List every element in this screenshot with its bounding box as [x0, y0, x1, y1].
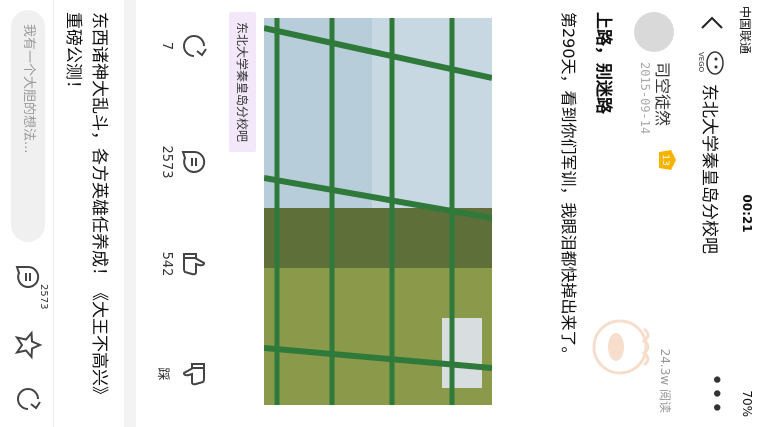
like-button[interactable]: 542	[159, 224, 208, 304]
star-icon[interactable]	[13, 330, 43, 360]
level-number: 13	[660, 154, 670, 165]
phone-screen: 中国联通 00:21 70% VEGO 东北大学秦皇岛分校吧 ••• 司空徒然 …	[0, 0, 760, 427]
comment-count: 2573	[159, 145, 174, 179]
forum-tag[interactable]: 东北大学秦皇岛分校吧	[229, 12, 256, 153]
forum-title[interactable]: 东北大学秦皇岛分校吧	[699, 84, 724, 254]
avatar[interactable]	[634, 12, 674, 52]
post-date: 2015-09-14	[638, 62, 652, 135]
bottom-bar: 我有一个大胆的想法... 2573	[0, 0, 54, 427]
post-body: 第290天，看到你们军训，我眼泪都快掉出来了。	[559, 12, 578, 363]
top-bar: VEGO 东北大学秦皇岛分校吧 •••	[690, 0, 734, 427]
section-divider	[124, 0, 136, 427]
action-row: 7 2573 542 踩	[138, 0, 208, 427]
author-row: 司空徒然 13 2015-09-14 24.3w 阅读	[592, 0, 680, 427]
next-post-title[interactable]: 东西诸神大乱斗，各方英雄任养成！《大王不高兴》重磅公测！	[60, 12, 112, 417]
thumbs-down-icon	[182, 363, 205, 386]
clock: 00:21	[740, 194, 754, 233]
share-icon	[183, 35, 207, 57]
author-name[interactable]: 司空徒然	[652, 62, 676, 126]
comment-badge: 2573	[38, 284, 49, 310]
post-photo[interactable]	[264, 18, 492, 405]
tieba-logo-icon: VEGO	[698, 51, 724, 75]
back-arrow-icon[interactable]	[698, 10, 726, 38]
svg-text:VEGO: VEGO	[698, 52, 705, 73]
watermark-stamp-icon	[592, 319, 650, 375]
like-count: 542	[159, 251, 174, 277]
dislike-button[interactable]: 踩	[155, 334, 208, 414]
reply-input[interactable]: 我有一个大胆的想法...	[11, 10, 45, 242]
comment-icon	[181, 150, 206, 173]
share-button[interactable]: 7	[159, 6, 208, 86]
dislike-label: 踩	[155, 367, 170, 381]
post-title: 上路，别迷路	[593, 12, 613, 114]
share-count: 7	[159, 41, 174, 51]
battery-level: 70%	[740, 390, 754, 417]
share-icon[interactable]	[13, 384, 43, 414]
comment-button[interactable]: 2573	[159, 122, 208, 202]
status-bar: 中国联通 00:21 70%	[734, 0, 760, 427]
thumbs-up-icon	[183, 253, 206, 276]
level-badge: 13	[659, 150, 676, 170]
more-menu-icon[interactable]: •••	[703, 373, 728, 415]
